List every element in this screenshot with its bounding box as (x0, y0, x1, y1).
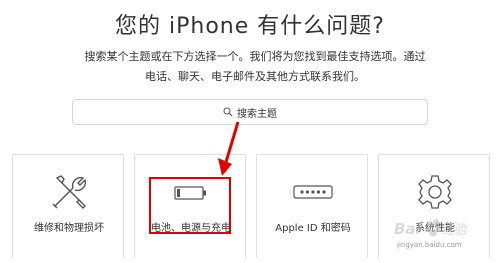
subtitle-line-1: 搜索某个主题或在下方选择一个。我们将为您找到最佳支持选项。通过 (84, 50, 426, 63)
topic-label-apple-id: Apple ID 和密码 (275, 223, 351, 234)
topic-label-repair: 维修和物理损坏 (34, 223, 104, 234)
watermark-url: jingyan.baidu.com (397, 241, 462, 249)
page-title: 您的 iPhone 有什么问题? (115, 14, 385, 39)
search-placeholder: 搜索主题 (237, 108, 277, 120)
search-input[interactable]: 搜索主题 (72, 99, 428, 125)
annotation-arrow (218, 121, 240, 176)
search-icon (223, 107, 233, 117)
wrench-screwdriver-icon (13, 169, 125, 215)
password-dots-icon (257, 169, 369, 215)
topic-card-repair[interactable]: 维修和物理损坏 (12, 154, 124, 258)
svg-text:Bai: Bai (394, 220, 422, 238)
baidu-watermark-logo: Bai 经验 (394, 219, 468, 238)
support-page: 您的 iPhone 有什么问题? 搜索某个主题或在下方选择一个。我们将为您找到最… (0, 0, 500, 263)
topic-card-apple-id[interactable]: Apple ID 和密码 (256, 154, 368, 258)
svg-text:经验: 经验 (442, 222, 468, 238)
page-subtitle: 搜索某个主题或在下方选择一个。我们将为您找到最佳支持选项。通过 电话、聊天、电子… (70, 47, 440, 87)
subtitle-line-2: 电话、聊天、电子邮件及其他方式联系我们。 (145, 70, 365, 83)
gear-icon (379, 169, 491, 215)
annotation-highlight-box (149, 177, 231, 234)
